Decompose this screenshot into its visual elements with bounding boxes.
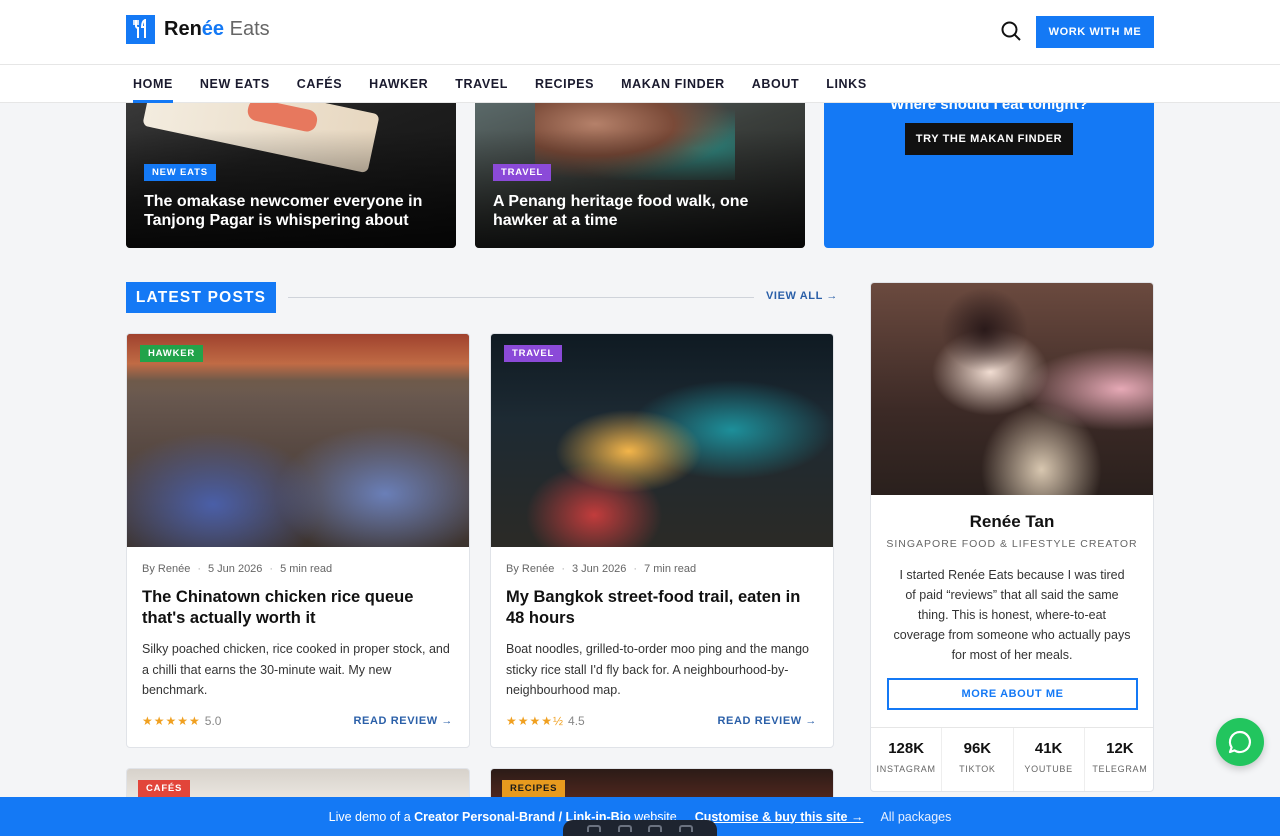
profile-bio: I started Renée Eats because I was tired… xyxy=(893,568,1131,662)
stat-telegram[interactable]: 12K TELEGRAM xyxy=(1085,728,1153,791)
nav-item-links[interactable]: LINKS xyxy=(826,65,867,103)
stars: ★★★★½ xyxy=(506,714,565,728)
stat-label: TELEGRAM xyxy=(1092,764,1148,774)
stars: ★★★★★ xyxy=(142,714,201,728)
post-title[interactable]: The Chinatown chicken rice queue that's … xyxy=(142,587,457,629)
category-badge[interactable]: CAFÉS xyxy=(138,780,191,797)
post-card[interactable]: HAWKER By Renée · 5 Jun 2026 · 5 min read Th… xyxy=(126,333,470,748)
post-date: 5 Jun 2026 xyxy=(207,563,263,575)
stat-label: INSTAGRAM xyxy=(876,764,936,774)
post-card[interactable]: TRAVEL By Renée · 3 Jun 2026 · 7 min read My… xyxy=(490,333,834,748)
post-image[interactable] xyxy=(127,334,469,547)
social-stats: 128K INSTAGRAM 96K TIKTOK 41K YOUTUBE 12K TE… xyxy=(871,727,1153,791)
rating-score: 5.0 xyxy=(204,714,222,728)
stat-label: TIKTOK xyxy=(959,764,996,774)
stat-value: 96K xyxy=(963,740,992,757)
toolbar-icon[interactable] xyxy=(587,824,602,832)
logo-wordmark: Renée Eats xyxy=(164,17,270,40)
site-header: Renée Eats WORK WITH ME xyxy=(0,0,1280,65)
nav-item-makan-finder[interactable]: MAKAN FINDER xyxy=(621,65,725,103)
category-badge[interactable]: TRAVEL xyxy=(493,164,552,181)
nav-item-about[interactable]: ABOUT xyxy=(752,65,799,103)
post-image[interactable] xyxy=(491,334,833,547)
stat-value: 128K xyxy=(888,740,925,757)
site-logo[interactable]: Renée Eats xyxy=(126,14,270,44)
nav-item-recipes[interactable]: RECIPES xyxy=(535,65,594,103)
nav-item-travel[interactable]: TRAVEL xyxy=(455,65,508,103)
post-excerpt: Silky poached chicken, rice cooked in pr… xyxy=(142,642,450,697)
stat-tiktok[interactable]: 96K TIKTOK xyxy=(942,728,1014,791)
work-with-me-button[interactable]: WORK WITH ME xyxy=(1036,16,1154,48)
post-meta: By Renée · 3 Jun 2026 · 7 min read xyxy=(506,563,697,575)
customise-link[interactable]: Customise & buy this site → xyxy=(695,810,864,824)
fork-knife-icon xyxy=(126,14,155,44)
device-toolbar xyxy=(563,820,717,836)
stat-label: YOUTUBE xyxy=(1024,764,1073,774)
category-badge[interactable]: RECIPES xyxy=(502,780,566,797)
divider xyxy=(288,297,754,298)
featured-card-penang[interactable]: TRAVEL A Penang heritage food walk, one … xyxy=(475,100,805,248)
nav-item-new-eats[interactable]: NEW EATS xyxy=(200,65,270,103)
post-meta: By Renée · 5 Jun 2026 · 5 min read xyxy=(142,563,333,575)
nav-item-home[interactable]: HOME xyxy=(133,65,173,103)
featured-title[interactable]: The omakase newcomer everyone in Tanjong… xyxy=(144,192,424,230)
star-rating: ★★★★★ 5.0 xyxy=(142,714,221,728)
read-review-link[interactable]: READ REVIEW → xyxy=(718,715,817,727)
toolbar-icon[interactable] xyxy=(617,824,632,832)
makan-finder-button[interactable]: TRY THE MAKAN FINDER xyxy=(905,123,1073,155)
post-author: By Renée xyxy=(142,563,191,575)
featured-card-omakase[interactable]: NEW EATS The omakase newcomer everyone i… xyxy=(126,100,456,248)
main-nav: HOME NEW EATS CAFÉS HAWKER TRAVEL RECIPE… xyxy=(0,65,1280,103)
post-read-time: 5 min read xyxy=(280,563,333,575)
category-badge[interactable]: HAWKER xyxy=(140,345,204,362)
read-review-link[interactable]: READ REVIEW → xyxy=(354,715,453,727)
category-badge[interactable]: NEW EATS xyxy=(144,164,216,181)
post-date: 3 Jun 2026 xyxy=(571,563,627,575)
star-rating: ★★★★½ 4.5 xyxy=(506,714,585,728)
post-excerpt: Boat noodles, grilled-to-order moo ping … xyxy=(506,642,809,697)
profile-card: Renée Tan SINGAPORE FOOD & LIFESTYLE CRE… xyxy=(870,282,1154,792)
post-read-time: 7 min read xyxy=(644,563,697,575)
profile-name: Renée Tan xyxy=(969,512,1055,531)
nav-item-hawker[interactable]: HAWKER xyxy=(369,65,428,103)
profile-role: SINGAPORE FOOD & LIFESTYLE CREATOR xyxy=(886,538,1138,550)
featured-title[interactable]: A Penang heritage food walk, one hawker … xyxy=(493,192,773,230)
all-packages-link[interactable]: All packages xyxy=(880,810,951,824)
post-title[interactable]: My Bangkok street-food trail, eaten in 4… xyxy=(506,587,821,629)
nav-item-cafes[interactable]: CAFÉS xyxy=(297,65,342,103)
more-about-me-button[interactable]: MORE ABOUT ME xyxy=(887,678,1138,710)
post-author: By Renée xyxy=(506,563,555,575)
chat-bubble-icon[interactable] xyxy=(1216,718,1264,766)
stat-value: 41K xyxy=(1034,740,1063,757)
rating-score: 4.5 xyxy=(568,714,585,728)
stat-youtube[interactable]: 41K YOUTUBE xyxy=(1014,728,1085,791)
makan-finder-promo: Where should I eat tonight? TRY THE MAKA… xyxy=(824,100,1154,248)
search-icon[interactable] xyxy=(1000,20,1024,44)
profile-photo xyxy=(871,283,1153,495)
view-all-link[interactable]: VIEW ALL → xyxy=(766,290,838,302)
stat-instagram[interactable]: 128K INSTAGRAM xyxy=(871,728,943,791)
latest-posts-heading: LATEST POSTS xyxy=(126,282,276,313)
category-badge[interactable]: TRAVEL xyxy=(504,345,563,362)
toolbar-icon[interactable] xyxy=(648,824,663,832)
stat-value: 12K xyxy=(1106,740,1134,757)
toolbar-icon[interactable] xyxy=(678,824,693,832)
